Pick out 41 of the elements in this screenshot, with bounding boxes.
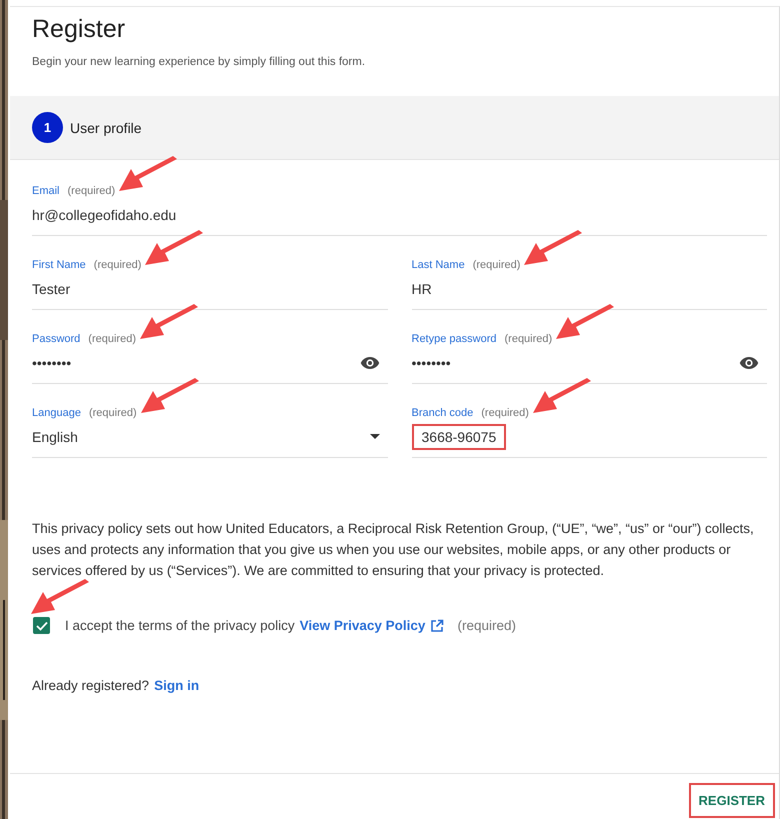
eye-icon[interactable]	[360, 356, 380, 370]
field-label: First Name	[32, 259, 86, 271]
privacy-policy-link[interactable]: View Privacy Policy	[300, 618, 426, 633]
checkbox-label: I accept the terms of the privacy policy	[65, 618, 295, 633]
required-hint: (required)	[94, 259, 142, 271]
checkbox[interactable]	[33, 617, 50, 634]
input-field[interactable]: ••••••••	[412, 350, 767, 384]
register-button[interactable]: REGISTER	[688, 783, 775, 818]
sign-in-link[interactable]: Sign in	[154, 678, 200, 693]
page-subtitle: Begin your new learning experience by simply filling out this form.	[32, 56, 366, 68]
field-label: Last Name	[412, 259, 465, 271]
field-value: Tester	[32, 280, 70, 298]
required-hint: (required)	[457, 618, 516, 633]
eye-icon[interactable]	[739, 356, 759, 370]
step-number: 1	[32, 112, 63, 143]
required-hint: (required)	[481, 407, 529, 419]
input-field[interactable]: 3668-96075	[412, 424, 767, 458]
field-value: hr@collegeofidaho.edu	[32, 206, 176, 225]
required-hint: (required)	[88, 333, 136, 345]
privacy-text: This privacy policy sets out how United Educators, a Reciprocal Risk Retention Group, (“UE”, “we”, “us” or “our”) collects, uses and protects any information that you give us when you use our websites, mobile apps, or any other products or services offered by us (“Services”). We are committed to ensuring that your privacy is protected.	[32, 520, 755, 580]
field-label: Language	[32, 407, 81, 419]
field-label: Branch code	[412, 407, 474, 419]
required-hint: (required)	[68, 185, 116, 197]
field-value: English	[32, 428, 78, 447]
required-hint: (required)	[504, 333, 552, 345]
field-label: Retype password	[412, 333, 496, 345]
step-label: User profile	[70, 120, 142, 136]
field-value: ••••••••	[32, 354, 72, 372]
signin-prompt: Already registered?	[32, 678, 150, 693]
field-value: ••••••••	[412, 354, 451, 372]
required-hint: (required)	[88, 407, 137, 419]
required-hint: (required)	[472, 259, 520, 271]
page-title: Register	[32, 15, 126, 44]
field-label: Password	[32, 333, 80, 345]
external-link-icon[interactable]	[430, 618, 444, 632]
input-field[interactable]: ••••••••	[32, 350, 388, 384]
select-field[interactable]: English	[32, 424, 388, 458]
field-value: 3668-96075	[412, 424, 506, 450]
field-label: Email	[32, 185, 60, 197]
field-value: HR	[412, 280, 432, 298]
caret-icon[interactable]	[370, 434, 380, 439]
